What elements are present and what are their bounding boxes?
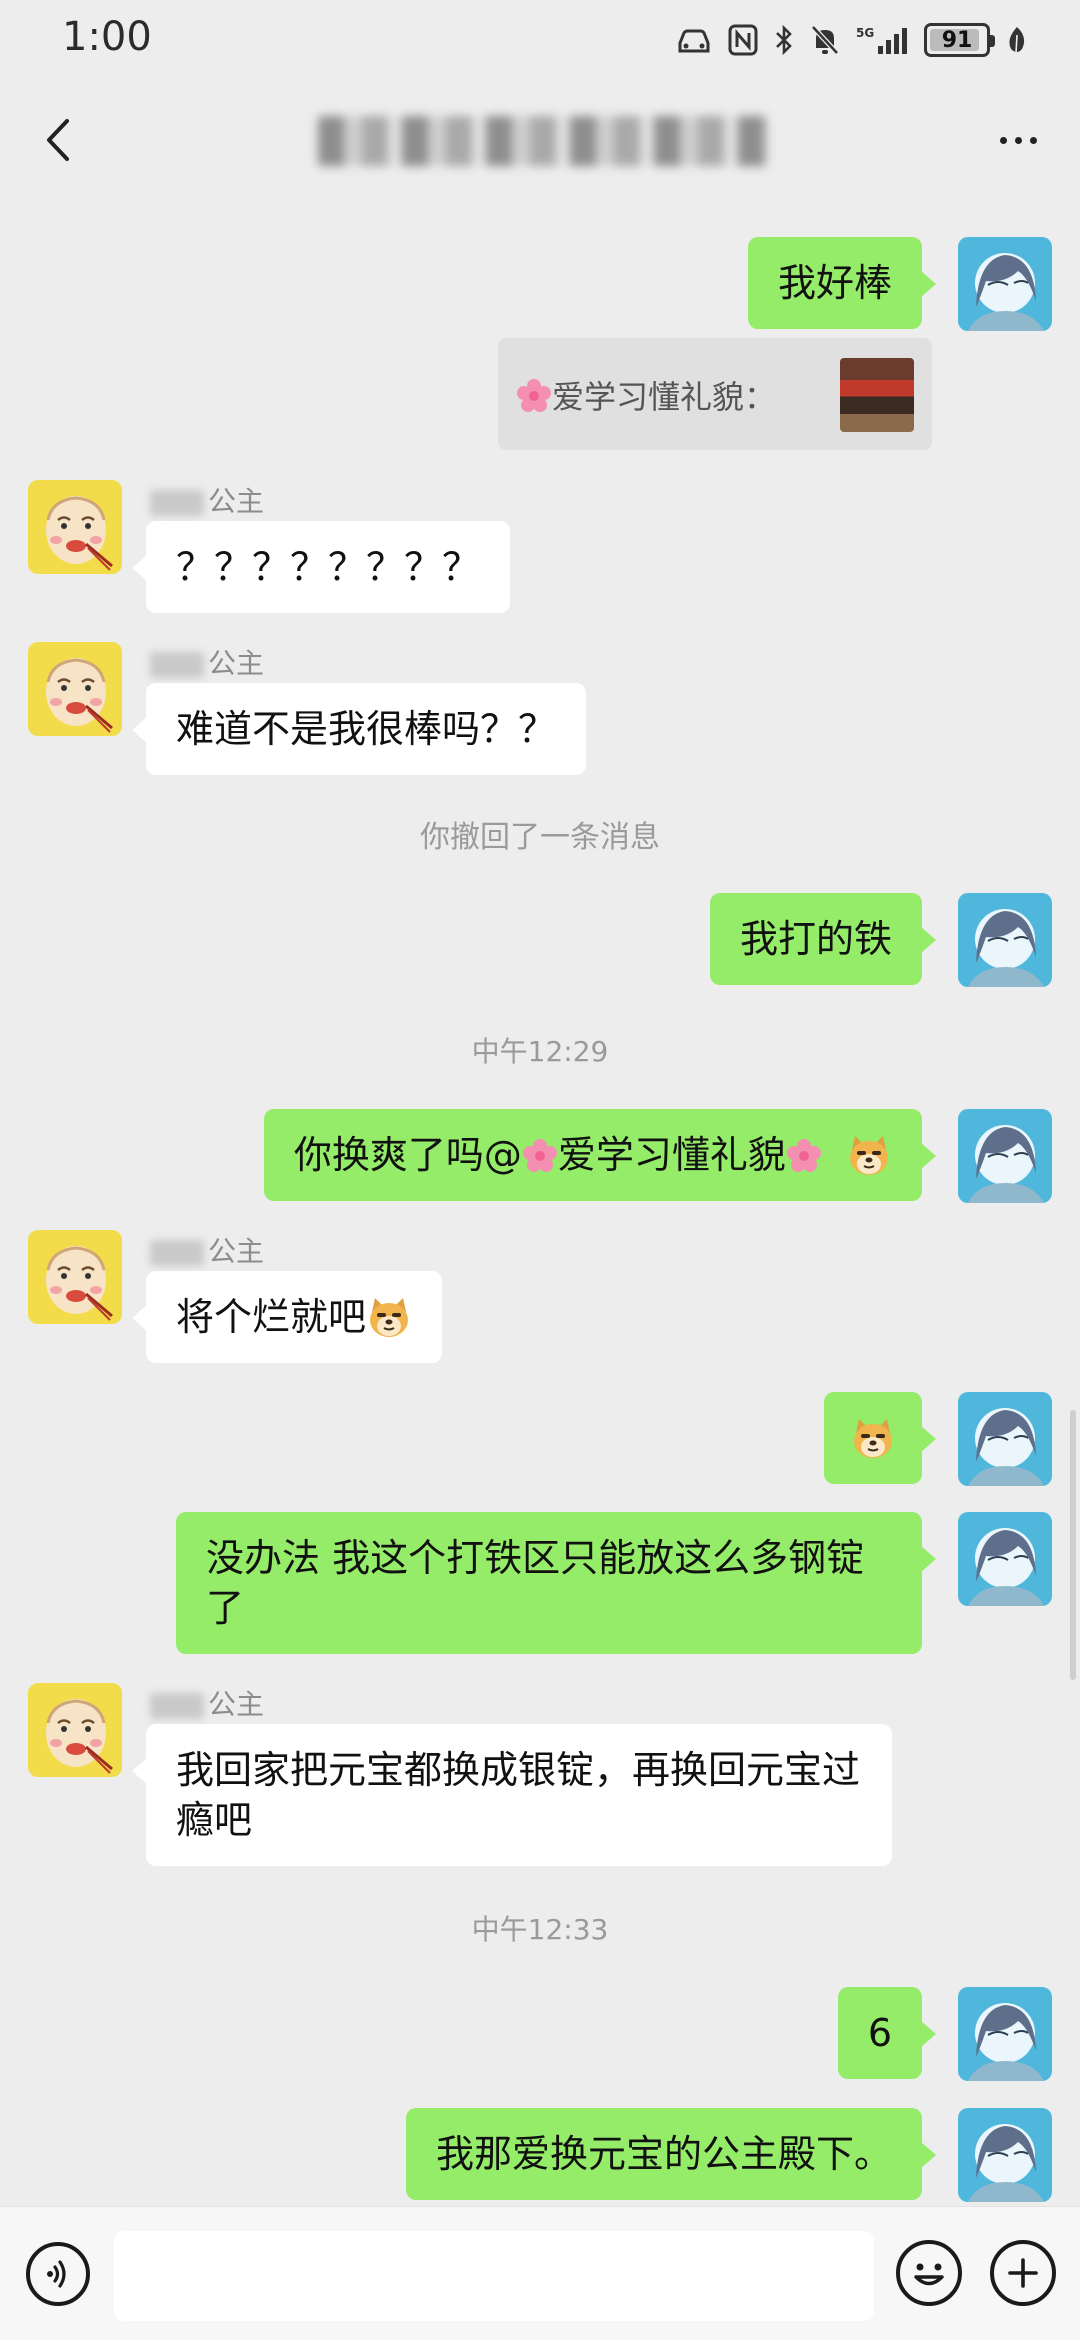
doge-icon <box>366 1294 412 1340</box>
chevron-left-icon <box>47 119 69 161</box>
contact-avatar[interactable] <box>28 1683 122 1777</box>
my-avatar[interactable] <box>958 1109 1052 1203</box>
scrollbar[interactable] <box>1070 1410 1076 1680</box>
recall-notice[interactable]: 你撤回了一条消息 <box>0 812 1080 856</box>
contact-avatar[interactable] <box>28 480 122 574</box>
flower-icon <box>516 378 552 414</box>
my-avatar[interactable] <box>958 237 1052 331</box>
doge-icon <box>846 1132 892 1178</box>
my-avatar[interactable] <box>958 1392 1052 1486</box>
contact-avatar[interactable] <box>28 642 122 736</box>
doge-icon <box>850 1415 896 1461</box>
quoted-label: 爱学习懂礼貌： <box>552 378 777 416</box>
status-time: 1:00 <box>62 14 152 60</box>
bluetooth-icon <box>776 24 792 56</box>
my-avatar[interactable] <box>958 893 1052 987</box>
message-bubble-outgoing[interactable]: 你换爽了吗@ 爱学习懂礼貌 <box>263 1109 937 1201</box>
message-bubble-outgoing[interactable]: 我好棒 <box>747 237 937 329</box>
quoted-message[interactable]: 爱学习懂礼貌： <box>498 338 932 450</box>
more-dots-icon <box>999 136 1007 144</box>
message-bubble-outgoing[interactable]: 6 <box>837 1987 937 2079</box>
flower-icon <box>522 1138 558 1174</box>
message-text: ？？？？？？？？ <box>176 545 481 589</box>
message-bubble-outgoing[interactable]: 我打的铁 <box>709 893 937 985</box>
voice-icon <box>47 2260 66 2288</box>
plus-icon <box>1008 2258 1038 2288</box>
message-bubble-outgoing[interactable]: 我那爱换元宝的公主殿下。 <box>405 2108 937 2200</box>
my-avatar[interactable] <box>958 1987 1052 2081</box>
chat-screen: 1:00 5G 91 - 我好棒 <box>0 0 1080 2340</box>
message-bubble-outgoing[interactable]: 没办法 我这个打铁区只能放这么多钢锭了 <box>176 1512 936 1654</box>
sender-name: 公主 <box>150 1230 264 1270</box>
timestamp: 中午12:33 <box>471 1913 609 1946</box>
status-icons: 5G 91 <box>676 18 1028 62</box>
mute-icon <box>811 25 839 55</box>
emoji-icon <box>914 2263 944 2286</box>
leaf-icon <box>1009 27 1025 54</box>
chat-title: - <box>318 116 768 166</box>
sender-name: 公主 <box>150 480 264 520</box>
contact-avatar[interactable] <box>28 1230 122 1324</box>
flower-icon <box>786 1138 822 1174</box>
message-text: 我回家把元宝都换成银锭，再换回元宝过瘾吧 <box>176 1748 861 1842</box>
nfc-icon <box>728 24 758 56</box>
network-label: 5G <box>856 26 874 40</box>
mention-name: 爱学习懂礼貌 <box>557 1133 786 1177</box>
message-text: 我好棒 <box>777 261 892 305</box>
battery-percent: 91 <box>941 27 973 53</box>
battery-icon: 91 <box>924 23 995 57</box>
signal-icon: 5G <box>856 26 907 54</box>
message-text: 你换爽了吗@ <box>293 1133 522 1177</box>
message-bubble-incoming[interactable]: 我回家把元宝都换成银锭，再换回元宝过瘾吧 <box>132 1724 892 1866</box>
input-bar <box>0 2206 1080 2340</box>
message-text: 6 <box>867 2011 892 2055</box>
message-text: 将个烂就吧 <box>176 1295 367 1339</box>
voice-button[interactable] <box>26 2242 90 2306</box>
car-icon <box>678 29 710 53</box>
message-bubble-outgoing[interactable] <box>824 1392 936 1484</box>
message-text: 难道不是我很棒吗？？ <box>176 707 557 751</box>
message-input[interactable] <box>114 2231 874 2321</box>
timestamp: 中午12:29 <box>471 1035 609 1068</box>
message-bubble-incoming[interactable]: 将个烂就吧 <box>131 1271 443 1363</box>
more-button[interactable] <box>980 102 1056 178</box>
message-text: 没办法 我这个打铁区只能放这么多钢锭了 <box>206 1536 865 1630</box>
sender-name: 公主 <box>150 642 264 682</box>
sender-name: 公主 <box>150 1683 264 1723</box>
status-bar: 1:00 5G 91 <box>0 0 1080 80</box>
message-bubble-incoming[interactable]: ？？？？？？？？ <box>131 521 511 613</box>
quoted-image-thumbnail[interactable] <box>840 358 914 432</box>
message-text: 我那爱换元宝的公主殿下。 <box>435 2132 892 2176</box>
message-bubble-incoming[interactable]: 难道不是我很棒吗？？ <box>131 683 587 775</box>
back-button[interactable] <box>20 102 96 178</box>
my-avatar[interactable] <box>958 2108 1052 2202</box>
message-text: 我打的铁 <box>739 917 892 961</box>
quoted-text: 爱学习懂礼貌： <box>516 372 776 418</box>
emoji-button[interactable] <box>896 2240 962 2306</box>
plus-button[interactable] <box>990 2240 1056 2306</box>
chat-header: - <box>0 80 1080 200</box>
my-avatar[interactable] <box>958 1512 1052 1606</box>
